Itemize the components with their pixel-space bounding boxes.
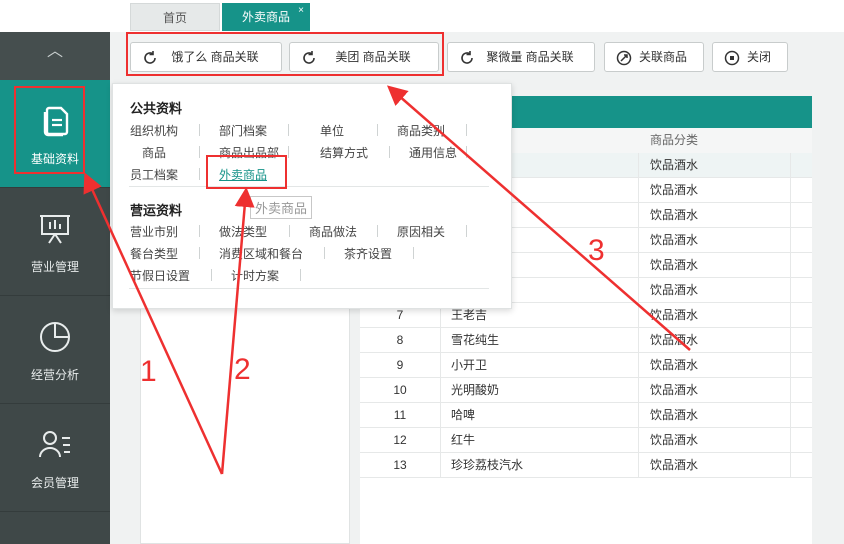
menu-separator: [288, 146, 289, 158]
annotation-number-3: 3: [588, 234, 605, 267]
tooltip: 外卖商品: [250, 196, 313, 219]
cell-category: 饮品酒水: [650, 328, 791, 352]
table-row[interactable]: 8 雪花纯生 饮品酒水: [360, 328, 812, 353]
cell-goods-name: 珍珍荔枝汽水: [441, 453, 639, 477]
menu-divider: [129, 186, 489, 187]
menu-section-operations: 营运资料: [130, 203, 183, 218]
table-row[interactable]: 11 哈啤 饮品酒水: [360, 403, 812, 428]
menu-item-unit[interactable]: 单位: [320, 122, 344, 139]
cell-category: 饮品酒水: [650, 428, 791, 452]
member-list-icon: [39, 431, 70, 458]
cell-category: 饮品酒水: [650, 353, 791, 377]
column-header-category: 商品分类: [650, 133, 699, 147]
cell-category: 饮品酒水: [650, 453, 791, 477]
juweiliang-link-button[interactable]: 聚微量 商品关联: [447, 42, 595, 72]
cell-number: 13: [360, 453, 441, 477]
cell-category: 饮品酒水: [650, 178, 791, 202]
cell-category: 饮品酒水: [650, 278, 791, 302]
menu-separator: [377, 124, 378, 136]
menu-section-public: 公共资料: [130, 101, 183, 116]
menu-item-organization[interactable]: 组织机构: [130, 122, 178, 139]
menu-item-general-info[interactable]: 通用信息: [409, 144, 457, 161]
table-row[interactable]: 12 红牛 饮品酒水: [360, 428, 812, 453]
cell-category: 饮品酒水: [650, 203, 791, 227]
menu-separator: [199, 225, 200, 237]
cell-number: 9: [360, 353, 441, 377]
close-icon[interactable]: ×: [295, 5, 307, 17]
menu-item-goods-category[interactable]: 商品类别: [397, 122, 445, 139]
menu-separator: [199, 146, 200, 158]
menu-separator: [413, 247, 414, 259]
cell-category: 饮品酒水: [650, 403, 791, 427]
menu-separator: [289, 225, 290, 237]
menu-item-reasons[interactable]: 原因相关: [397, 223, 445, 240]
menu-item-timing-plan[interactable]: 计时方案: [231, 267, 279, 284]
cell-category: 饮品酒水: [650, 153, 791, 177]
cell-category: 饮品酒水: [650, 228, 791, 252]
table-row[interactable]: 13 珍珍荔枝汽水 饮品酒水: [360, 453, 812, 478]
link-goods-button[interactable]: 关联商品: [604, 42, 704, 72]
close-button[interactable]: 关闭: [712, 42, 788, 72]
cell-category: 饮品酒水: [650, 303, 791, 327]
annotation-box-sidebar: [14, 86, 85, 174]
menu-item-practice-type[interactable]: 做法类型: [219, 223, 267, 240]
sidebar-item-analysis[interactable]: 经营分析: [0, 296, 110, 404]
cell-category: 饮品酒水: [650, 378, 791, 402]
cell-number: 8: [360, 328, 441, 352]
cell-number: 12: [360, 428, 441, 452]
table-row[interactable]: 10 光明酸奶 饮品酒水: [360, 378, 812, 403]
cell-goods-name: 哈啤: [441, 403, 639, 427]
annotation-box-toolbar: [126, 32, 444, 76]
menu-item-area-and-table[interactable]: 消费区域和餐台: [219, 245, 303, 262]
menu-item-department[interactable]: 部门档案: [219, 122, 267, 139]
cell-number: 11: [360, 403, 441, 427]
cell-number: 10: [360, 378, 441, 402]
menu-separator: [466, 124, 467, 136]
cell-category: 饮品酒水: [650, 253, 791, 277]
menu-item-business-period[interactable]: 营业市别: [130, 223, 178, 240]
collapse-sidebar-button[interactable]: ︿: [0, 32, 110, 80]
menu-item-staff[interactable]: 员工档案: [130, 166, 178, 183]
menu-separator: [466, 146, 467, 158]
menu-item-goods-practice[interactable]: 商品做法: [309, 223, 357, 240]
sidebar-item-members[interactable]: 会员管理: [0, 404, 110, 512]
menu-separator: [324, 247, 325, 259]
menu-separator: [211, 269, 212, 281]
sidebar-item-label: 营业管理: [30, 260, 79, 274]
cell-goods-name: 红牛: [441, 428, 639, 452]
menu-separator: [199, 247, 200, 259]
menu-separator: [288, 124, 289, 136]
presentation-board-icon: [40, 215, 70, 244]
tab-takeout-goods[interactable]: 外卖商品 ×: [222, 3, 310, 31]
sidebar-item-label: 经营分析: [30, 368, 79, 382]
annotation-number-1: 1: [140, 355, 157, 388]
menu-separator: [377, 225, 378, 237]
chevron-up-icon: ︿: [46, 43, 63, 60]
menu-item-settlement[interactable]: 结算方式: [320, 144, 368, 161]
table-row[interactable]: 9 小开卫 饮品酒水: [360, 353, 812, 378]
cell-goods-name: 小开卫: [441, 353, 639, 377]
annotation-number-2: 2: [234, 353, 251, 386]
tab-label: 外卖商品: [241, 10, 290, 24]
menu-item-holidays[interactable]: 节假日设置: [130, 267, 190, 284]
menu-item-table-type[interactable]: 餐台类型: [130, 245, 178, 262]
menu-separator: [199, 124, 200, 136]
annotation-box-menu-item: [206, 155, 287, 189]
sidebar-item-business[interactable]: 营业管理: [0, 188, 110, 296]
menu-item-goods[interactable]: 商品: [142, 144, 166, 161]
menu-separator: [389, 146, 390, 158]
menu-separator: [199, 168, 200, 180]
menu-separator: [466, 225, 467, 237]
pie-chart-icon: [40, 322, 70, 352]
cell-goods-name: 光明酸奶: [441, 378, 639, 402]
menu-separator: [300, 269, 301, 281]
sidebar-item-label: 会员管理: [30, 476, 79, 490]
tab-home[interactable]: 首页: [130, 3, 220, 31]
menu-divider: [129, 288, 489, 289]
cell-goods-name: 雪花纯生: [441, 328, 639, 352]
menu-item-tea-setting[interactable]: 茶齐设置: [344, 245, 392, 262]
